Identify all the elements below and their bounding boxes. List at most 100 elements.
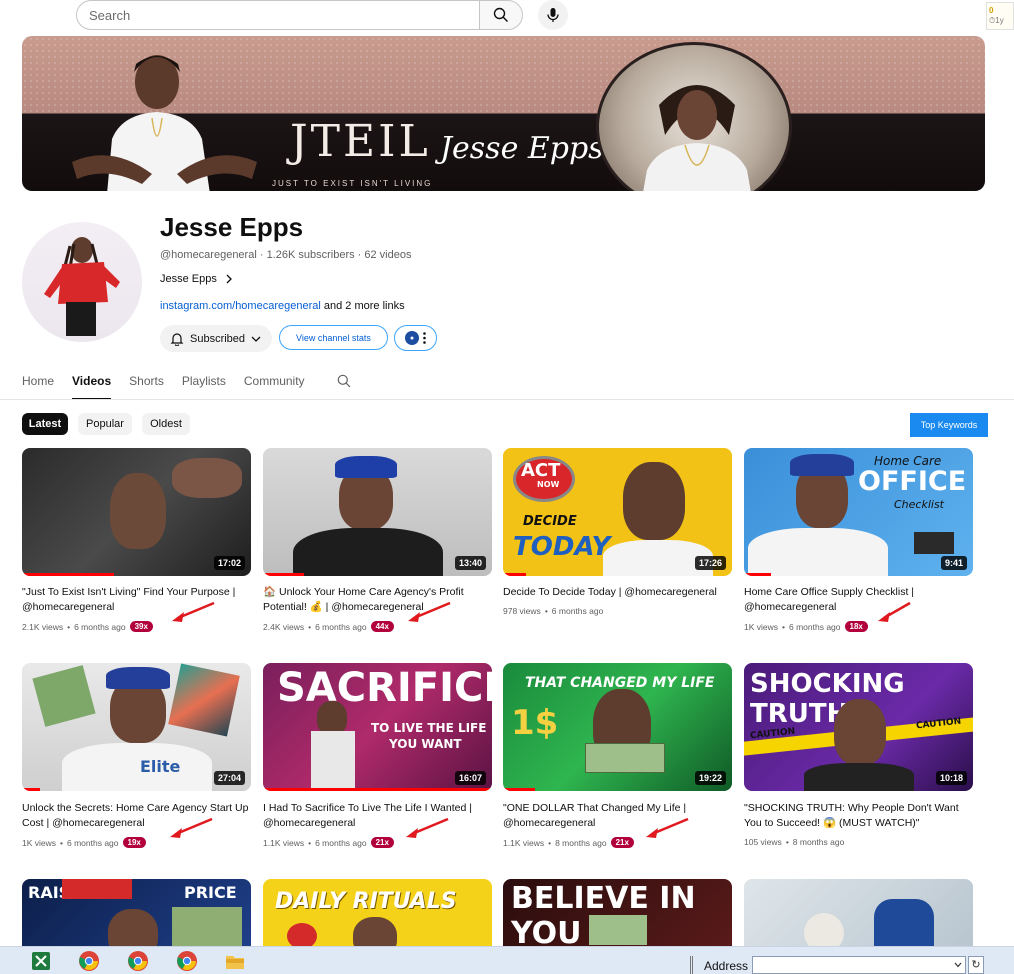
- search-button[interactable]: [479, 0, 523, 30]
- video-thumbnail[interactable]: [744, 879, 973, 949]
- extension-count: 0: [989, 6, 994, 15]
- banner-script-name: Jesse Epps: [440, 131, 604, 166]
- banner-person-image: [72, 55, 257, 191]
- video-thumbnail[interactable]: Home Care OFFICE Checklist 9:41: [744, 448, 973, 576]
- video-title[interactable]: Home Care Office Supply Checklist | @hom…: [744, 585, 973, 615]
- file-explorer-icon[interactable]: [224, 950, 246, 972]
- thumb-text: YOU WANT: [389, 737, 462, 751]
- channel-links: instagram.com/homecaregeneral and 2 more…: [160, 300, 405, 312]
- thumb-shirt: [311, 731, 355, 791]
- channel-banner: JTEIL Jesse Epps JUST TO EXIST ISN'T LIV…: [22, 36, 985, 191]
- view-count: 1K views: [744, 621, 779, 632]
- watch-progress: [22, 573, 114, 576]
- thumb-text: NOW: [537, 480, 560, 489]
- video-title[interactable]: "SHOCKING TRUTH: Why People Don't Want Y…: [744, 801, 973, 831]
- channel-meta: @homecaregeneral · 1.26K subscribers · 6…: [160, 249, 412, 261]
- video-thumbnail[interactable]: 17:02: [22, 448, 251, 576]
- extension-menu-button[interactable]: ●: [394, 325, 437, 351]
- view-count: 1K views: [22, 837, 57, 848]
- chip-oldest[interactable]: Oldest: [142, 413, 190, 435]
- instagram-link[interactable]: instagram.com/homecaregeneral: [160, 300, 321, 312]
- tab-community[interactable]: Community: [244, 366, 305, 399]
- thumb-durag: [335, 456, 397, 478]
- thumb-face: [317, 701, 347, 735]
- thumb-shirt: [804, 763, 914, 791]
- thumb-shirt: [293, 528, 443, 576]
- search-icon: [493, 7, 508, 22]
- video-thumbnail[interactable]: Elite 27:04: [22, 663, 251, 791]
- subscribed-button[interactable]: Subscribed: [160, 325, 272, 352]
- portrait-person-image: [643, 85, 751, 191]
- more-links[interactable]: and 2 more links: [324, 300, 405, 312]
- channel-search-icon[interactable]: [337, 374, 351, 388]
- thumb-person: [804, 913, 844, 949]
- thumb-nurse: [874, 899, 934, 949]
- views-multiplier-badge: 39x: [129, 621, 153, 632]
- red-arrow-icon: [406, 817, 449, 838]
- banner-brand: JTEIL: [290, 116, 431, 167]
- channel-name: Jesse Epps: [160, 212, 304, 242]
- video-thumbnail[interactable]: RAISE PRICE: [22, 879, 251, 949]
- video-title[interactable]: Decide To Decide Today | @homecaregenera…: [503, 585, 732, 600]
- view-count: 978 views: [503, 606, 541, 616]
- video-title[interactable]: I Had To Sacrifice To Live The Life I Wa…: [263, 801, 492, 831]
- chip-popular[interactable]: Popular: [78, 413, 132, 435]
- chip-latest[interactable]: Latest: [22, 413, 68, 435]
- video-thumbnail[interactable]: SHOCKING TRUTH CAUTION CAUTION 10:18: [744, 663, 973, 791]
- search-input[interactable]: Search: [76, 0, 479, 30]
- refresh-button[interactable]: ↻: [968, 956, 984, 974]
- thumb-text: PRICE: [184, 883, 237, 902]
- thumb-shirt: [748, 528, 888, 576]
- red-arrow-icon: [878, 601, 911, 622]
- red-arrow-icon: [170, 817, 213, 838]
- video-duration: 17:26: [694, 556, 726, 570]
- voice-search-button[interactable]: [538, 0, 568, 30]
- video-thumbnail[interactable]: DAILY RITUALS: [263, 879, 492, 949]
- video-meta: 1K views • 6 months ago 19x: [22, 837, 146, 848]
- video-meta: 2.4K views • 6 months ago 44x: [263, 621, 394, 632]
- thumb-laptop: [914, 532, 954, 554]
- thumb-text: OFFICE: [858, 466, 967, 497]
- video-title[interactable]: Unlock the Secrets: Home Care Agency Sta…: [22, 801, 251, 831]
- top-keywords-button[interactable]: Top Keywords: [910, 413, 988, 437]
- thumb-money: [172, 907, 242, 947]
- banner-tagline: JUST TO EXIST ISN'T LIVING: [272, 179, 433, 188]
- chrome-icon[interactable]: [176, 950, 198, 972]
- thumb-shirt: [62, 743, 212, 791]
- tab-playlists[interactable]: Playlists: [182, 366, 226, 399]
- thumb-arm: [172, 458, 242, 498]
- chrome-icon[interactable]: [78, 950, 100, 972]
- view-count: 105 views: [744, 837, 782, 847]
- subscriber-count: 1.26K subscribers: [266, 249, 355, 261]
- video-title[interactable]: "ONE DOLLAR That Changed My Life | @home…: [503, 801, 732, 831]
- video-thumbnail[interactable]: THAT CHANGED MY LIFE 1$ 19:22: [503, 663, 732, 791]
- thumb-text: DECIDE: [523, 514, 577, 529]
- chrome-icon[interactable]: [127, 950, 149, 972]
- video-thumbnail[interactable]: SACRIFICE TO LIVE THE LIFE YOU WANT 16:0…: [263, 663, 492, 791]
- tab-home[interactable]: Home: [22, 366, 54, 399]
- upload-age: 6 months ago: [74, 621, 126, 632]
- youtube-channel-page: Search 0 ⏱1y JTEIL Jesse Epps JUST TO EX…: [0, 0, 1014, 974]
- channel-handle: @homecaregeneral: [160, 249, 257, 261]
- video-thumbnail[interactable]: ACT NOW DECIDE TODAY 17:26: [503, 448, 732, 576]
- excel-icon[interactable]: [30, 950, 52, 972]
- channel-description-text: Jesse Epps: [160, 273, 217, 285]
- video-thumbnail[interactable]: 13:40: [263, 448, 492, 576]
- views-multiplier-badge: 21x: [610, 837, 634, 848]
- channel-description[interactable]: Jesse Epps: [160, 273, 233, 285]
- tab-videos[interactable]: Videos: [72, 366, 112, 400]
- video-thumbnail[interactable]: BELIEVE IN YOU: [503, 879, 732, 949]
- chevron-down-icon: [251, 336, 261, 342]
- extension-logo-icon: ●: [405, 331, 419, 345]
- more-vert-icon: [423, 332, 426, 344]
- video-title[interactable]: 🏠 Unlock Your Home Care Agency's Profit …: [263, 585, 492, 615]
- view-channel-stats-button[interactable]: View channel stats: [279, 325, 388, 350]
- video-meta: 1K views • 6 months ago 18x: [744, 621, 868, 632]
- address-input[interactable]: [752, 956, 966, 974]
- extension-badge[interactable]: 0 ⏱1y: [986, 2, 1014, 30]
- views-multiplier-badge: 44x: [370, 621, 394, 632]
- channel-avatar[interactable]: [22, 222, 142, 342]
- video-duration: 19:22: [694, 771, 726, 785]
- watch-progress: [263, 788, 492, 791]
- tab-shorts[interactable]: Shorts: [129, 366, 164, 399]
